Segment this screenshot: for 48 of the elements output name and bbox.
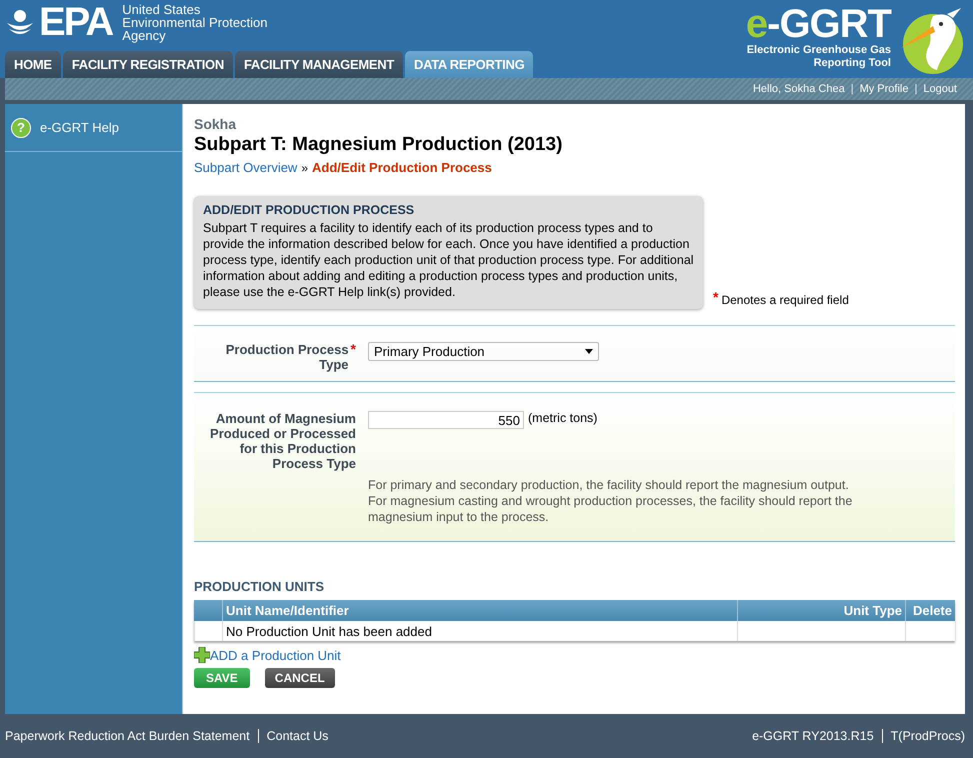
- info-text: Subpart T requires a facility to identify each of its production process types and to provide the information described below for each. Once you have identified a production process type, identify each production unit of that production process type. For additional information about adding and editing a production process types and production units, please use the e-GGRT Help link(s) provided.: [203, 220, 694, 300]
- agency-name: Environmental Protection: [122, 16, 268, 28]
- app-tagline: Electronic Greenhouse Gas: [746, 44, 891, 57]
- app-tagline: Reporting Tool: [814, 57, 891, 70]
- agency-logo-text: EPA: [39, 2, 112, 42]
- breadcrumb-separator: »: [301, 161, 308, 175]
- table-cell: No Production Unit has been added: [222, 621, 737, 641]
- nav-tab[interactable]: FACILITY MANAGEMENT: [234, 51, 403, 78]
- facility-name: Sokha: [194, 116, 238, 132]
- amount-input[interactable]: 550: [368, 411, 524, 429]
- field-label: Production Process Type: [224, 342, 349, 372]
- help-text: For primary and secondary production, the facility should report the magnesium output. For magnesium casting and wrought production processes, the facility should report the magnesium input to the process.: [368, 477, 854, 525]
- nav-tab[interactable]: FACILITY REGISTRATION: [62, 51, 233, 78]
- help-icon: ?: [11, 118, 31, 138]
- process-type-select[interactable]: Primary Production: [368, 342, 599, 361]
- nav-tab[interactable]: HOME: [5, 51, 61, 78]
- app-logo-text: e-GGRT: [746, 4, 891, 44]
- required-note: Denotes a required field: [721, 293, 849, 307]
- footer-link[interactable]: Contact Us: [266, 729, 328, 743]
- plus-icon: [194, 647, 210, 663]
- add-unit-link[interactable]: ADD a Production Unit: [194, 647, 341, 663]
- column-header: Unit Name/Identifier: [222, 600, 737, 621]
- agency-flower-icon: [5, 7, 35, 37]
- required-mark: *: [713, 289, 718, 305]
- footer-text: T(ProdProcs): [890, 729, 965, 743]
- agency-name: United States: [122, 2, 202, 16]
- required-mark: *: [350, 342, 356, 357]
- footer-text: e-GGRT RY2013.R15: [752, 729, 874, 743]
- user-greeting: Hello, Sokha Chea: [752, 83, 845, 95]
- section-title: PRODUCTION UNITS: [194, 579, 325, 594]
- column-header: Delete: [905, 600, 955, 621]
- agency-name: Agency: [122, 28, 167, 42]
- caret-icon: [585, 349, 593, 354]
- info-title: ADD/EDIT PRODUCTION PROCESS: [203, 203, 416, 217]
- cancel-button[interactable]: CANCEL: [264, 668, 335, 688]
- separator: |: [850, 83, 854, 95]
- column-header: Unit Type: [737, 600, 905, 621]
- user-link[interactable]: Logout: [923, 83, 957, 95]
- breadcrumb-link[interactable]: Subpart Overview: [194, 160, 298, 175]
- table-header-cell: [194, 600, 222, 621]
- page-title: Subpart T: Magnesium Production (2013): [194, 134, 564, 156]
- footer-link[interactable]: Paperwork Reduction Act Burden Statement: [5, 729, 250, 743]
- unit-label: (metric tons): [528, 411, 598, 425]
- sidebar-item[interactable]: ? e-GGRT Help: [5, 104, 182, 152]
- user-link[interactable]: My Profile: [860, 83, 908, 95]
- separator: |: [914, 83, 918, 95]
- field-label: Amount of Magnesium Produced or Processed for this Production Process Type: [209, 411, 356, 471]
- breadcrumb-link[interactable]: Add/Edit Production Process: [312, 160, 492, 175]
